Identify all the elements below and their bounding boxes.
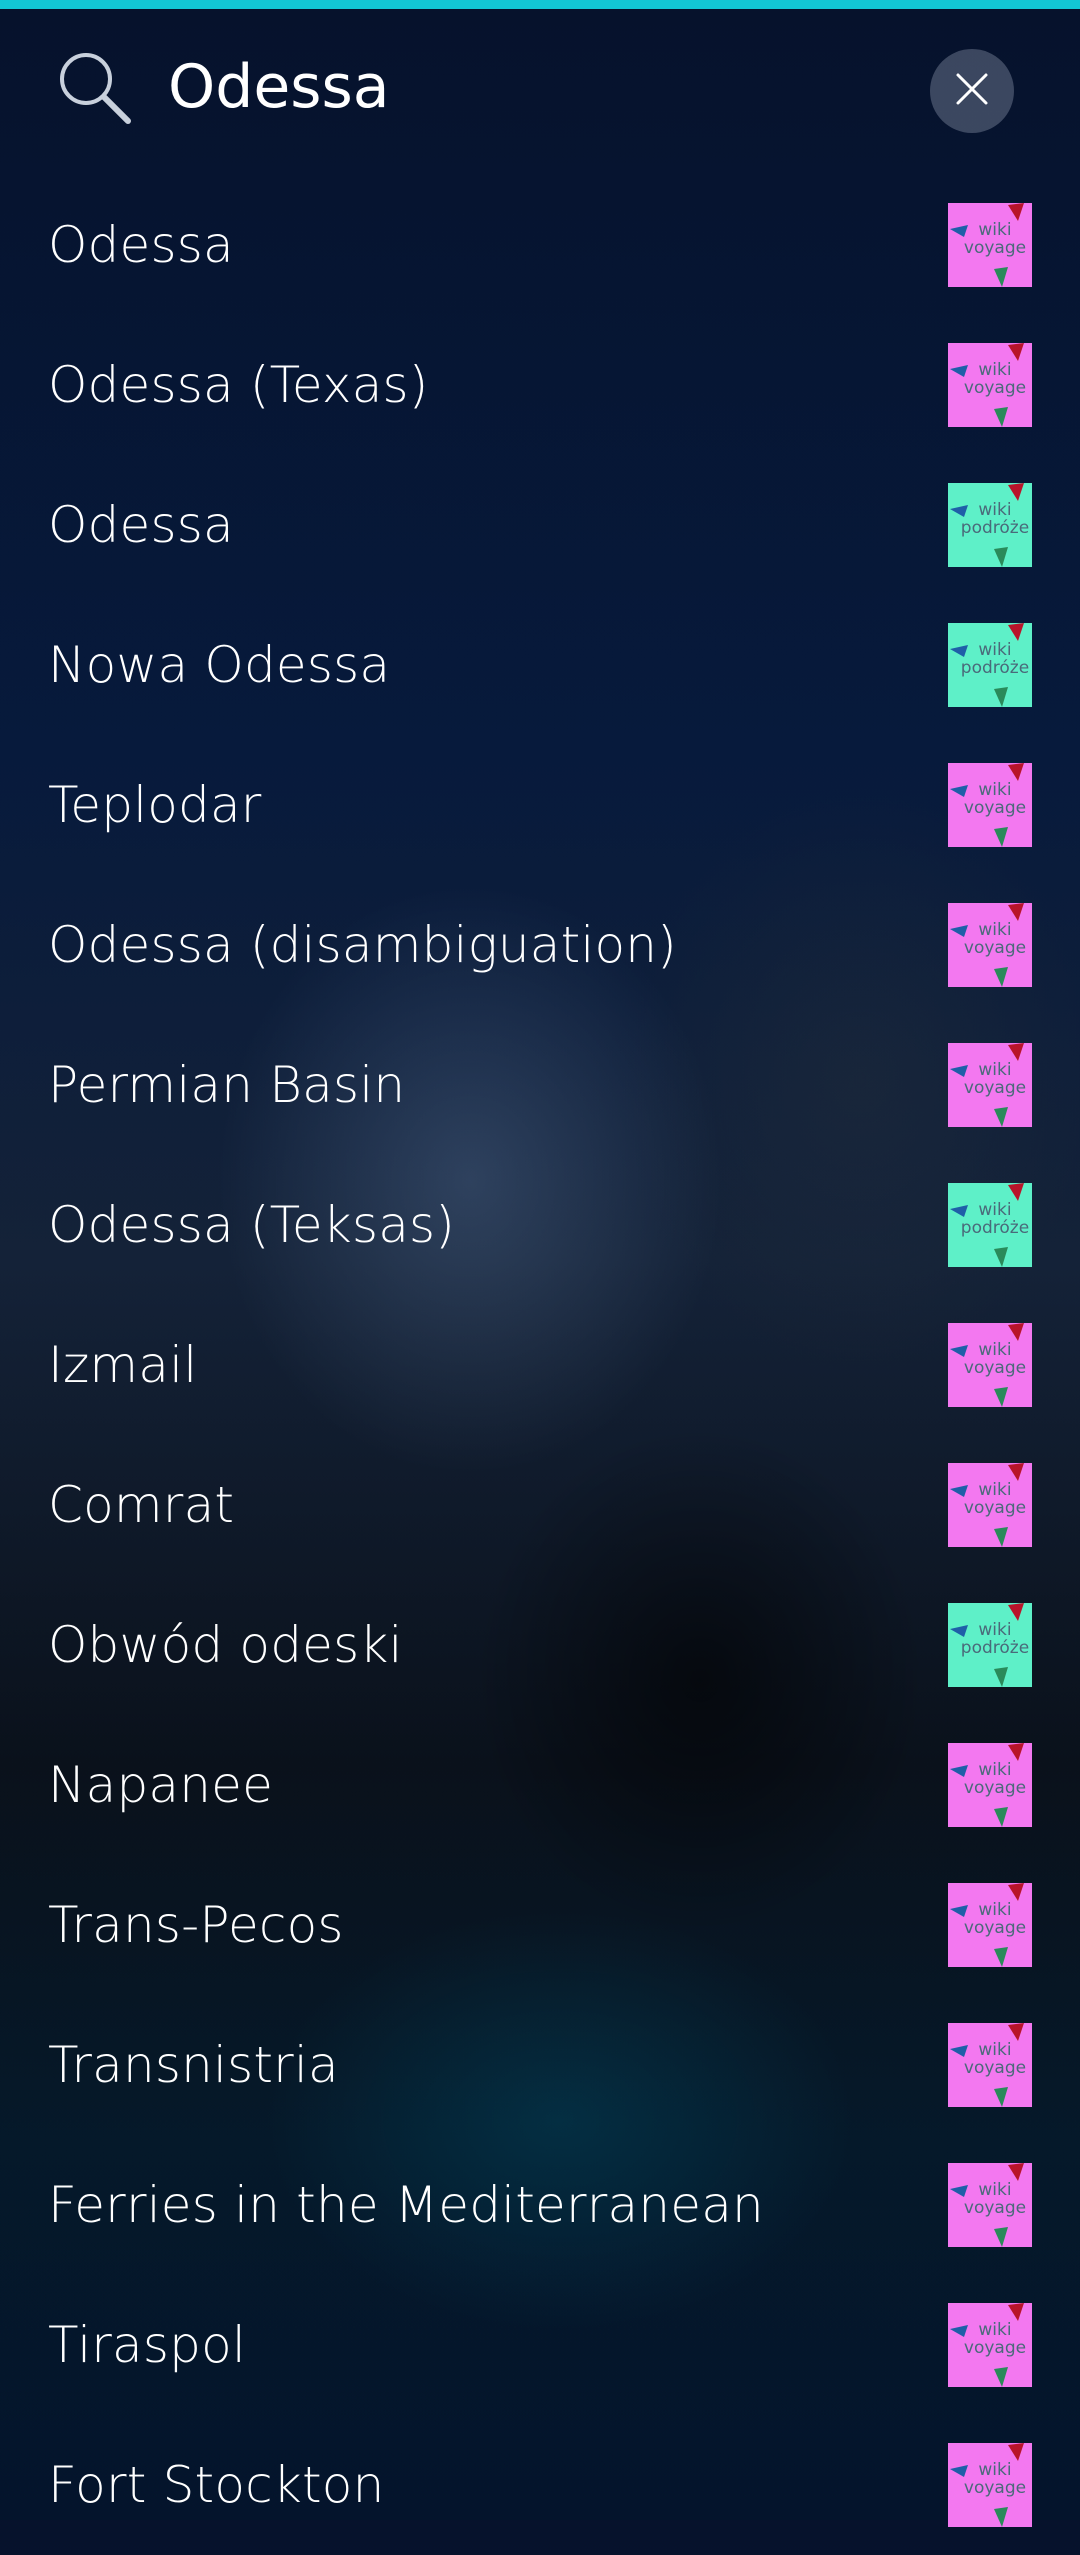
result-title: Obwód odeski xyxy=(48,1616,403,1674)
search-result-item[interactable]: Fort Stockton wiki voyage xyxy=(0,2415,1080,2555)
search-result-item[interactable]: Odessa (disambiguation) wiki voyage xyxy=(0,875,1080,1015)
result-title: Odessa (Texas) xyxy=(48,356,429,414)
wikivoyage-logo-icon: wiki voyage xyxy=(948,343,1032,427)
search-results-list: Odessa wiki voyage Odessa (Texas) wiki voyage… xyxy=(0,175,1080,2555)
search-result-item[interactable]: Odessa (Teksas) wiki podróże xyxy=(0,1155,1080,1295)
wikipodroze-logo-icon: wiki podróże xyxy=(948,1183,1032,1267)
wikivoyage-logo-icon: wiki voyage xyxy=(948,1743,1032,1827)
result-title: Nowa Odessa xyxy=(48,636,391,694)
search-result-item[interactable]: Trans-Pecos wiki voyage xyxy=(0,1855,1080,1995)
search-result-item[interactable]: Teplodar wiki voyage xyxy=(0,735,1080,875)
search-icon[interactable] xyxy=(52,45,136,129)
clear-search-button[interactable] xyxy=(930,49,1014,133)
search-input[interactable] xyxy=(168,45,868,129)
search-result-item[interactable]: Tiraspol wiki voyage xyxy=(0,2275,1080,2415)
result-title: Odessa (disambiguation) xyxy=(48,916,677,974)
result-title: Odessa xyxy=(48,496,234,554)
wikipodroze-logo-icon: wiki podróże xyxy=(948,623,1032,707)
result-title: Teplodar xyxy=(48,776,262,834)
wikivoyage-logo-icon: wiki voyage xyxy=(948,1463,1032,1547)
wikivoyage-logo-icon: wiki voyage xyxy=(948,1043,1032,1127)
search-result-item[interactable]: Ferries in the Mediterranean wiki voyage xyxy=(0,2135,1080,2275)
search-result-item[interactable]: Izmail wiki voyage xyxy=(0,1295,1080,1435)
result-title: Permian Basin xyxy=(48,1056,406,1114)
wikivoyage-logo-icon: wiki voyage xyxy=(948,2303,1032,2387)
search-result-item[interactable]: Transnistria wiki voyage xyxy=(0,1995,1080,2135)
wikivoyage-logo-icon: wiki voyage xyxy=(948,2023,1032,2107)
search-result-item[interactable]: Odessa (Texas) wiki voyage xyxy=(0,315,1080,455)
wikivoyage-logo-icon: wiki voyage xyxy=(948,1883,1032,1967)
result-title: Ferries in the Mediterranean xyxy=(48,2176,764,2234)
wikivoyage-logo-icon: wiki voyage xyxy=(948,763,1032,847)
wikipodroze-logo-icon: wiki podróże xyxy=(948,483,1032,567)
result-title: Comrat xyxy=(48,1476,235,1534)
result-title: Odessa (Teksas) xyxy=(48,1196,456,1254)
search-result-item[interactable]: Napanee wiki voyage xyxy=(0,1715,1080,1855)
wikivoyage-logo-icon: wiki voyage xyxy=(948,903,1032,987)
result-title: Napanee xyxy=(48,1756,274,1814)
search-result-item[interactable]: Obwód odeski wiki podróże xyxy=(0,1575,1080,1715)
wikivoyage-logo-icon: wiki voyage xyxy=(948,1323,1032,1407)
close-icon xyxy=(950,67,994,115)
search-result-item[interactable]: Permian Basin wiki voyage xyxy=(0,1015,1080,1155)
wikipodroze-logo-icon: wiki podróże xyxy=(948,1603,1032,1687)
result-title: Izmail xyxy=(48,1336,198,1394)
result-title: Tiraspol xyxy=(48,2316,246,2374)
search-bar xyxy=(0,9,1080,159)
result-title: Transnistria xyxy=(48,2036,339,2094)
search-result-item[interactable]: Comrat wiki voyage xyxy=(0,1435,1080,1575)
search-result-item[interactable]: Odessa wiki podróże xyxy=(0,455,1080,595)
result-title: Fort Stockton xyxy=(48,2456,385,2514)
wikivoyage-logo-icon: wiki voyage xyxy=(948,2163,1032,2247)
wikivoyage-logo-icon: wiki voyage xyxy=(948,203,1032,287)
top-accent-bar xyxy=(0,0,1080,9)
result-title: Odessa xyxy=(48,216,234,274)
search-result-item[interactable]: Odessa wiki voyage xyxy=(0,175,1080,315)
result-title: Trans-Pecos xyxy=(48,1896,344,1954)
wikivoyage-logo-icon: wiki voyage xyxy=(948,2443,1032,2527)
search-result-item[interactable]: Nowa Odessa wiki podróże xyxy=(0,595,1080,735)
